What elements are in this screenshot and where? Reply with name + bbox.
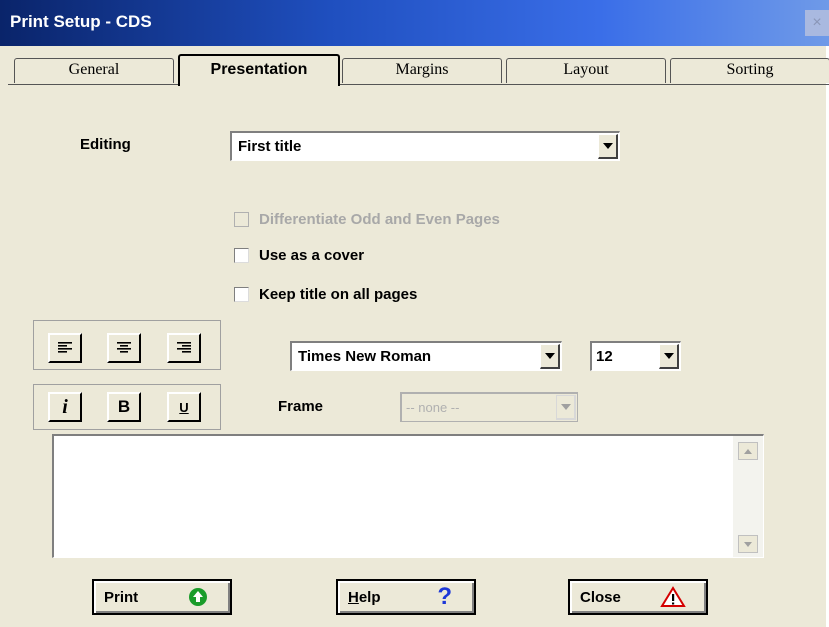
print-button[interactable]: Print	[92, 579, 232, 615]
chevron-down-icon	[560, 404, 571, 410]
keep-title-checkbox[interactable]: Keep title on all pages	[234, 286, 417, 303]
tab-panel-border	[8, 84, 829, 85]
use-as-cover-checkbox[interactable]: Use as a cover	[234, 247, 364, 264]
font-size-dropdown-button[interactable]	[659, 344, 679, 369]
odd-even-checkbox: Differentiate Odd and Even Pages	[234, 211, 500, 228]
arrow-down-icon	[744, 541, 752, 547]
chevron-down-icon	[544, 353, 555, 359]
align-left-icon	[58, 342, 72, 353]
print-arrow-icon	[189, 588, 207, 606]
align-left-button[interactable]	[48, 333, 82, 363]
tab-margins[interactable]: Margins	[342, 58, 502, 83]
font-size-select[interactable]: 12	[590, 341, 681, 371]
scroll-down-button[interactable]	[738, 535, 758, 553]
underline-button[interactable]: U	[167, 392, 201, 422]
close-button-label: Close	[580, 588, 621, 606]
align-center-button[interactable]	[107, 333, 141, 363]
align-center-icon	[117, 342, 131, 353]
bold-button[interactable]: B	[107, 392, 141, 422]
text-editor-area[interactable]	[52, 434, 764, 558]
warning-icon	[660, 586, 686, 607]
italic-button[interactable]: i	[48, 392, 82, 422]
frame-label: Frame	[278, 398, 324, 415]
editing-label: Editing	[80, 136, 131, 153]
frame-select: -- none --	[400, 392, 578, 422]
scroll-up-button[interactable]	[738, 442, 758, 460]
checkbox-square	[234, 212, 249, 227]
print-setup-window: Print Setup - CDS × General Presentation…	[0, 0, 829, 627]
align-right-icon	[177, 342, 191, 353]
checkbox-square[interactable]	[234, 248, 249, 263]
print-button-label: Print	[104, 588, 139, 606]
title-bar: Print Setup - CDS ×	[0, 0, 829, 46]
frame-dropdown-button	[556, 395, 576, 420]
font-family-dropdown-button[interactable]	[540, 344, 560, 369]
align-right-button[interactable]	[167, 333, 201, 363]
tab-presentation[interactable]: Presentation	[178, 54, 340, 86]
keep-title-label: Keep title on all pages	[259, 286, 418, 303]
vertical-scrollbar[interactable]	[733, 436, 763, 557]
chevron-down-icon	[602, 143, 613, 149]
tab-strip: General Presentation Margins Layout Sort…	[0, 54, 829, 86]
font-family-select[interactable]: Times New Roman	[290, 341, 562, 371]
help-button[interactable]: Help ?	[336, 579, 476, 615]
question-icon: ?	[437, 583, 452, 610]
use-as-cover-label: Use as a cover	[259, 247, 365, 264]
editing-select[interactable]: First title	[230, 131, 620, 161]
checkbox-square[interactable]	[234, 287, 249, 302]
editing-dropdown-button[interactable]	[598, 134, 618, 159]
chevron-down-icon	[663, 353, 674, 359]
odd-even-label: Differentiate Odd and Even Pages	[259, 211, 500, 228]
tab-general[interactable]: General	[14, 58, 174, 83]
arrow-up-icon	[744, 448, 752, 454]
window-title: Print Setup - CDS	[10, 12, 152, 31]
frame-value: -- none --	[406, 400, 460, 415]
font-size-value: 12	[596, 348, 613, 365]
close-window-icon[interactable]: ×	[805, 10, 829, 36]
editing-value: First title	[238, 138, 302, 155]
close-button[interactable]: Close	[568, 579, 708, 615]
tab-sorting[interactable]: Sorting	[670, 58, 829, 83]
help-button-label: Help	[348, 588, 381, 606]
font-family-value: Times New Roman	[298, 348, 432, 365]
tab-layout[interactable]: Layout	[506, 58, 666, 83]
